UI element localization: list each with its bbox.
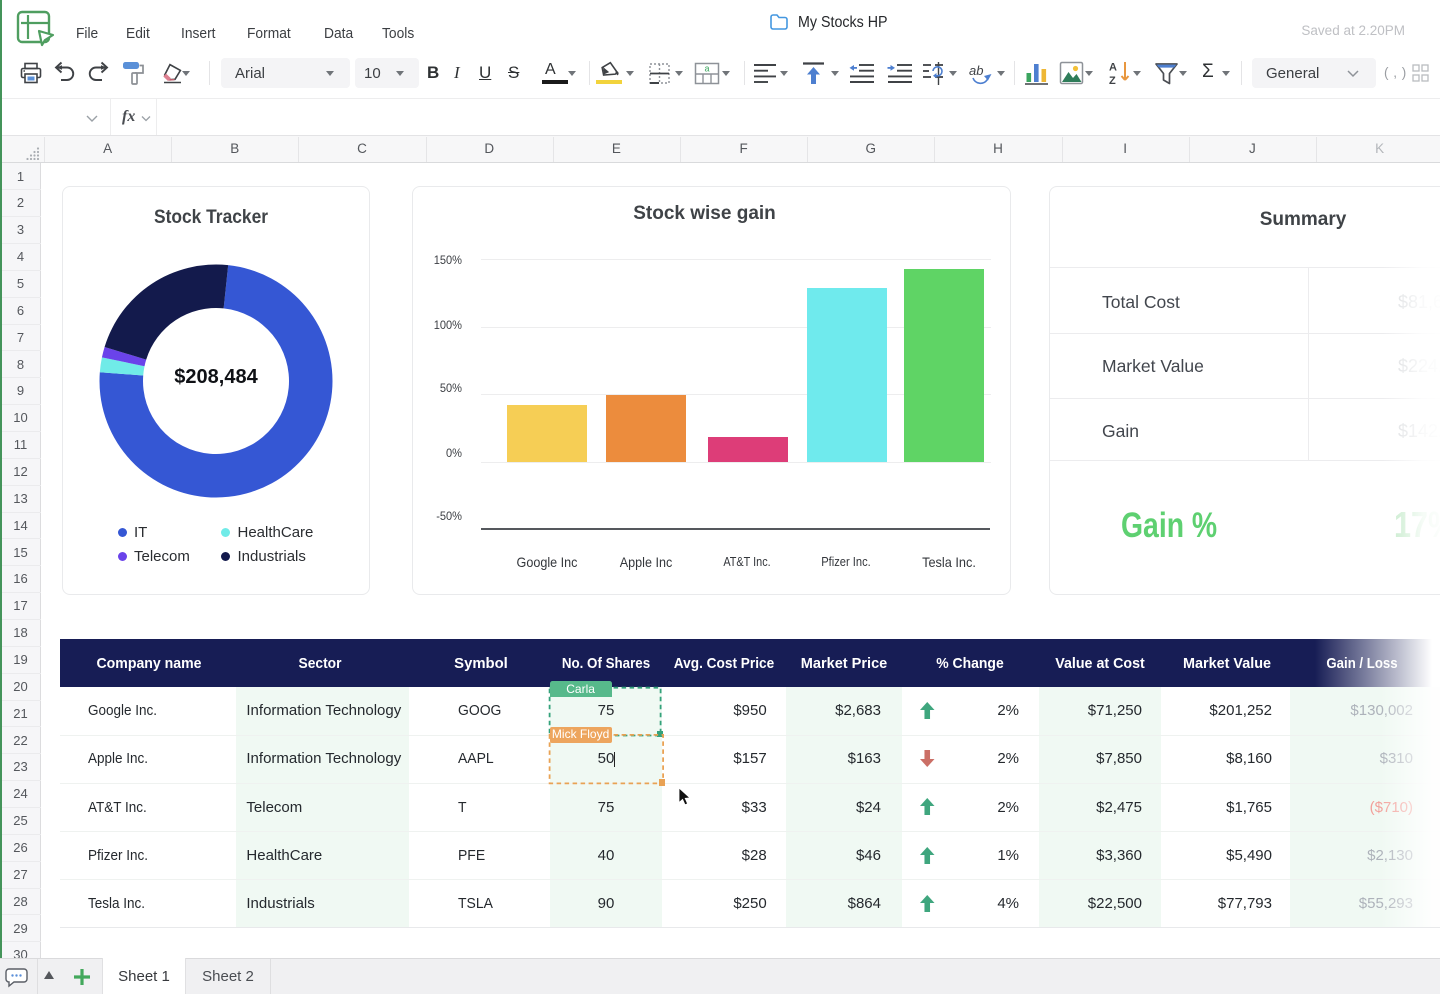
svg-text:A: A (1109, 62, 1117, 74)
svg-text:Z: Z (1109, 75, 1116, 87)
svg-text:a: a (704, 64, 709, 74)
svg-text:ab: ab (969, 63, 983, 78)
